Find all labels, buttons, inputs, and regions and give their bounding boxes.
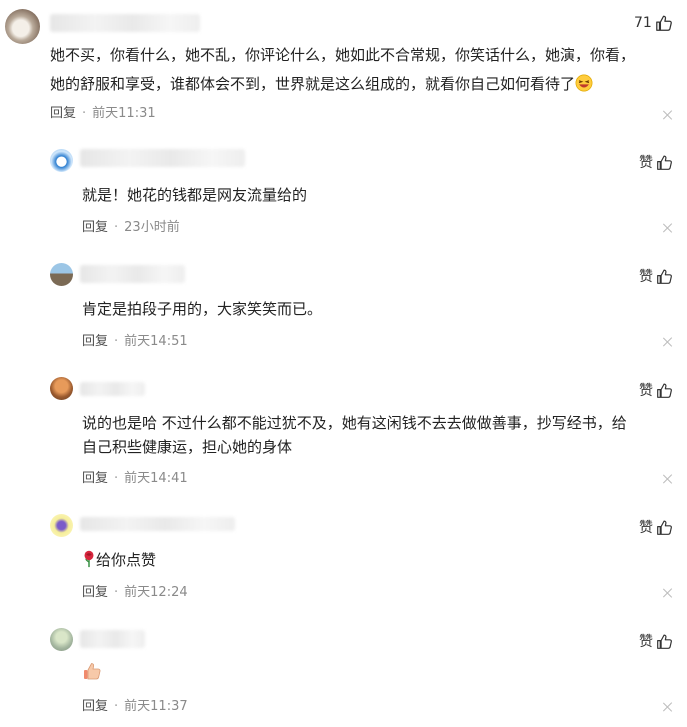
avatar[interactable] [50, 263, 73, 286]
timestamp: 前天14:41 [124, 471, 188, 486]
timestamp: 前天11:37 [124, 699, 188, 714]
comment-meta: 回复 · 前天14:51 [82, 334, 188, 349]
username-blurred[interactable] [80, 517, 235, 531]
like-button[interactable]: 赞 [639, 380, 673, 400]
like-count: 71 [634, 15, 652, 31]
close-icon[interactable] [663, 337, 673, 347]
reply-button[interactable]: 回复 [82, 220, 108, 235]
rose-emoji-icon [84, 550, 94, 568]
like-button[interactable]: 赞 [639, 517, 673, 537]
close-icon[interactable] [663, 223, 673, 233]
comment-meta: 回复 · 前天11:31 [50, 106, 156, 121]
username-blurred[interactable] [80, 630, 145, 648]
like-label: 赞 [639, 520, 653, 536]
timestamp: 23小时前 [124, 220, 180, 235]
comment-meta: 回复 · 23小时前 [82, 220, 180, 235]
comment-meta: 回复 · 前天11:37 [82, 699, 188, 714]
timestamp: 前天14:51 [124, 334, 188, 349]
reply-button[interactable]: 回复 [82, 699, 108, 714]
avatar[interactable] [50, 628, 73, 651]
avatar[interactable] [50, 514, 73, 537]
like-label: 赞 [639, 269, 653, 285]
comment-meta: 回复 · 前天12:24 [82, 585, 188, 600]
close-icon[interactable] [663, 110, 673, 120]
thumbs-up-icon [657, 155, 672, 170]
thumbs-up-icon [657, 634, 672, 649]
thumbs-up-icon [657, 269, 672, 284]
thumbs-up-emoji-icon [84, 663, 101, 680]
reply-text: 肯定是拍段子用的，大家笑笑而已。 [82, 300, 323, 318]
close-icon[interactable] [663, 588, 673, 598]
close-icon[interactable] [663, 474, 673, 484]
thumbs-up-icon [657, 520, 672, 535]
timestamp: 前天11:31 [92, 106, 156, 121]
close-icon[interactable] [663, 702, 673, 712]
avatar[interactable] [50, 149, 73, 172]
avatar[interactable] [5, 9, 40, 44]
like-button[interactable]: 71 [634, 13, 673, 33]
reply-button[interactable]: 回复 [50, 106, 76, 121]
comment-meta: 回复 · 前天14:41 [82, 471, 188, 486]
like-label: 赞 [639, 634, 653, 650]
reply-text [82, 661, 677, 685]
thumbs-up-icon [657, 383, 672, 398]
reply-text: 给你点赞 [82, 548, 677, 572]
comment-text: 她不买，你看什么，她不乱，你评论什么，她如此不合常规，你笑话什么，她演，你看， … [50, 46, 636, 93]
like-button[interactable]: 赞 [639, 631, 673, 651]
username-blurred[interactable] [50, 14, 200, 32]
timestamp: 前天12:24 [124, 585, 188, 600]
laughing-emoji-icon [575, 74, 593, 92]
like-label: 赞 [639, 155, 653, 171]
avatar[interactable] [50, 377, 73, 400]
like-button[interactable]: 赞 [639, 152, 673, 172]
like-button[interactable]: 赞 [639, 266, 673, 286]
reply-text: 说的也是哈 不过什么都不能过犹不及，她有这闲钱不去去做做善事，抄写经书，给 自己… [82, 414, 627, 456]
username-blurred[interactable] [80, 265, 185, 283]
like-label: 赞 [639, 383, 653, 399]
username-blurred[interactable] [80, 382, 145, 396]
reply-button[interactable]: 回复 [82, 585, 108, 600]
reply-button[interactable]: 回复 [82, 471, 108, 486]
thumbs-up-icon [655, 15, 672, 31]
username-blurred[interactable] [80, 149, 245, 167]
reply-text: 就是！她花的钱都是网友流量给的 [82, 186, 308, 204]
reply-button[interactable]: 回复 [82, 334, 108, 349]
